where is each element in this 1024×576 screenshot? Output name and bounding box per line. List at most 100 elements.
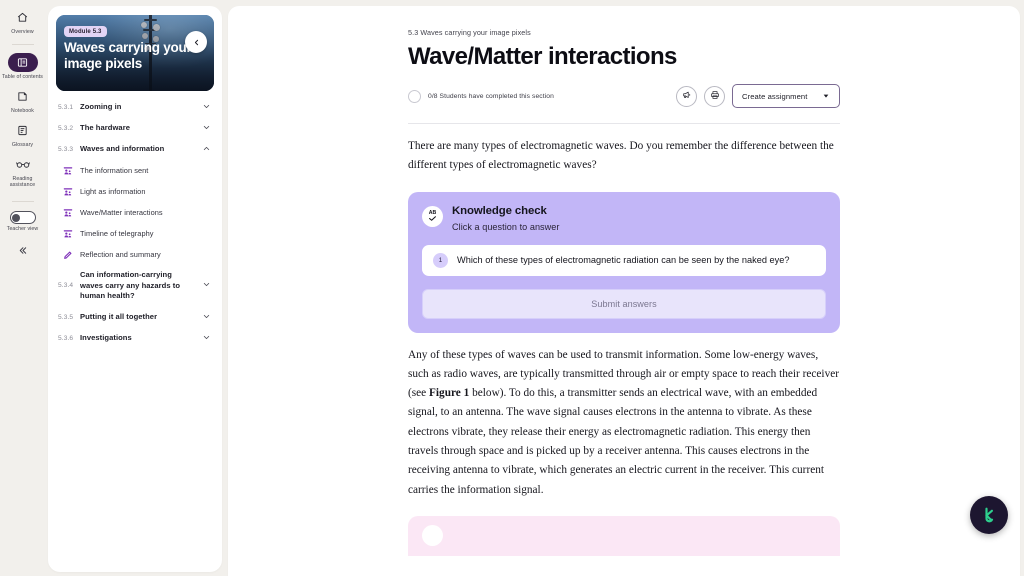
header-actions: Create assignment [676,84,840,108]
toc-subitem-reflection-and-summary[interactable]: Reflection and summary [56,244,214,265]
knowledge-check-title: Knowledge check [452,204,547,217]
toc-label: The hardware [80,123,130,133]
reading-assistance-icon [8,155,38,174]
rail-label-glossary: Glossary [11,141,34,148]
collapse-sidebar-button[interactable] [17,245,28,258]
toc-number: 5.3.2 [58,125,74,132]
kognity-assistant-button[interactable] [970,496,1008,534]
kognity-logo-icon [985,507,994,523]
rail-item-teacher-view[interactable]: Teacher view [0,209,45,235]
rail-item-overview[interactable]: Overview [0,6,45,38]
toc-number: 5.3.1 [58,104,74,111]
question-text: Which of these types of electromagnetic … [457,255,790,266]
paragraph-2-part2: below). To do this, a transmitter sends … [408,387,825,496]
presentation-icon [62,186,73,197]
content-column: 5.3 Waves carrying your image pixels Wav… [408,28,840,556]
toc-section-5-3-1[interactable]: 5.3.1 Zooming in [56,97,214,118]
paragraph-2: Any of these types of waves can be used … [408,346,840,500]
toc-number: 5.3.4 [58,282,74,290]
rail-divider-2 [11,201,34,203]
module-hero-card[interactable]: Module 5.3 Waves carrying your image pix… [56,15,214,91]
toc-label: Investigations [80,332,132,342]
teacher-view-toggle[interactable] [9,211,36,225]
toc-subitem-wave-matter-interactions[interactable]: Wave/Matter interactions [56,202,214,223]
submit-answers-button[interactable]: Submit answers [422,288,826,319]
toc-number: 5.3.3 [58,146,74,153]
toc-label: Waves and information [80,144,165,154]
main-content-wrapper: 5.3 Waves carrying your image pixels Wav… [224,0,1024,576]
toc-subitem-label: Timeline of telegraphy [80,228,154,238]
toc-section-5-3-6[interactable]: 5.3.6 Investigations [56,328,214,349]
progress-ring-icon [408,89,421,103]
chevron-down-icon [822,87,830,105]
toc-number: 5.3.5 [58,313,74,321]
knowledge-check-badge-icon: AB [422,205,443,227]
toc-label: Putting it all together [80,311,158,321]
knowledge-check-subtitle: Click a question to answer [452,221,560,232]
next-activity-badge-icon [422,525,443,547]
back-button[interactable] [185,31,207,53]
left-icon-rail: Overview Table of contents Notebook Glos… [0,0,45,576]
meta-row: 0/8 Students have completed this section [408,84,840,108]
toc-section-5-3-3[interactable]: 5.3.3 Waves and information [56,139,214,160]
toc-subitem-label: The information sent [80,165,149,175]
figure-reference: Figure 1 [429,387,470,400]
chevron-down-icon[interactable] [202,102,211,113]
toc-subitem-label: Wave/Matter interactions [80,207,163,217]
paragraph-1: There are many types of electromagnetic … [408,140,834,172]
chevron-down-icon[interactable] [202,333,211,344]
printer-icon [710,87,720,105]
toc-label: Zooming in [80,102,122,112]
teacher-view-toggle-knob [12,213,21,222]
table-of-contents-icon [7,53,38,73]
header-divider [408,123,840,124]
app-root: Overview Table of contents Notebook Glos… [0,0,1024,576]
megaphone-icon [682,87,692,105]
rail-divider-1 [11,44,34,46]
question-number: 1 [433,252,448,268]
toc-section-5-3-2[interactable]: 5.3.2 The hardware [56,118,214,139]
rail-label-table-of-contents: Table of contents [2,73,43,80]
announce-button[interactable] [676,85,697,107]
page-title: Wave/Matter interactions [408,43,677,70]
submit-answers-label: Submit answers [591,298,657,309]
knowledge-check-question-1[interactable]: 1 Which of these types of electromagneti… [422,244,826,276]
rail-label-reading-assistance: Reading assistance [9,175,36,189]
chevron-down-icon[interactable] [202,312,211,323]
toc-card: Module 5.3 Waves carrying your image pix… [48,6,222,572]
knowledge-check-card: AB Knowledge check Click a question to a… [408,191,840,333]
pencil-icon [62,249,73,260]
create-assignment-label: Create assignment [742,91,808,101]
chevron-down-icon[interactable] [202,280,211,291]
rail-item-table-of-contents[interactable]: Table of contents [0,51,45,83]
rail-label-notebook: Notebook [10,107,34,114]
check-icon [429,216,436,222]
breadcrumb: 5.3 Waves carrying your image pixels [408,28,531,37]
next-activity-card[interactable] [408,515,840,556]
rail-label-overview: Overview [11,28,34,35]
chevron-down-icon[interactable] [202,123,211,134]
toc-subitem-timeline-of-telegraphy[interactable]: Timeline of telegraphy [56,223,214,244]
toc-subitem-light-as-information[interactable]: Light as information [56,181,214,202]
print-button[interactable] [704,85,725,107]
chevron-left-icon [194,39,198,45]
knowledge-check-header: AB Knowledge check Click a question to a… [422,205,826,232]
glossary-icon [8,121,38,140]
rail-item-notebook[interactable]: Notebook [0,85,45,117]
toc-section-5-3-5[interactable]: 5.3.5 Putting it all together [56,307,214,328]
create-assignment-button[interactable]: Create assignment [732,84,840,108]
progress-label: 0/8 Students have completed this section [428,92,554,100]
presentation-icon [62,207,73,218]
rail-item-glossary[interactable]: Glossary [0,119,45,151]
chevron-up-icon[interactable] [202,144,211,155]
table-of-contents-panel: Module 5.3 Waves carrying your image pix… [45,0,224,576]
rail-label-teacher-view: Teacher view [6,225,39,232]
rail-item-reading-assistance[interactable]: Reading assistance [0,153,45,192]
toc-subitem-label: Light as information [80,186,146,196]
module-chip: Module 5.3 [64,26,107,37]
notebook-icon [8,87,38,106]
toc-subitem-the-information-sent[interactable]: The information sent [56,160,214,181]
section-progress: 0/8 Students have completed this section [408,89,554,103]
toc-section-5-3-4[interactable]: 5.3.4 Can information-carrying waves car… [56,265,214,307]
toc-number: 5.3.6 [58,334,74,342]
